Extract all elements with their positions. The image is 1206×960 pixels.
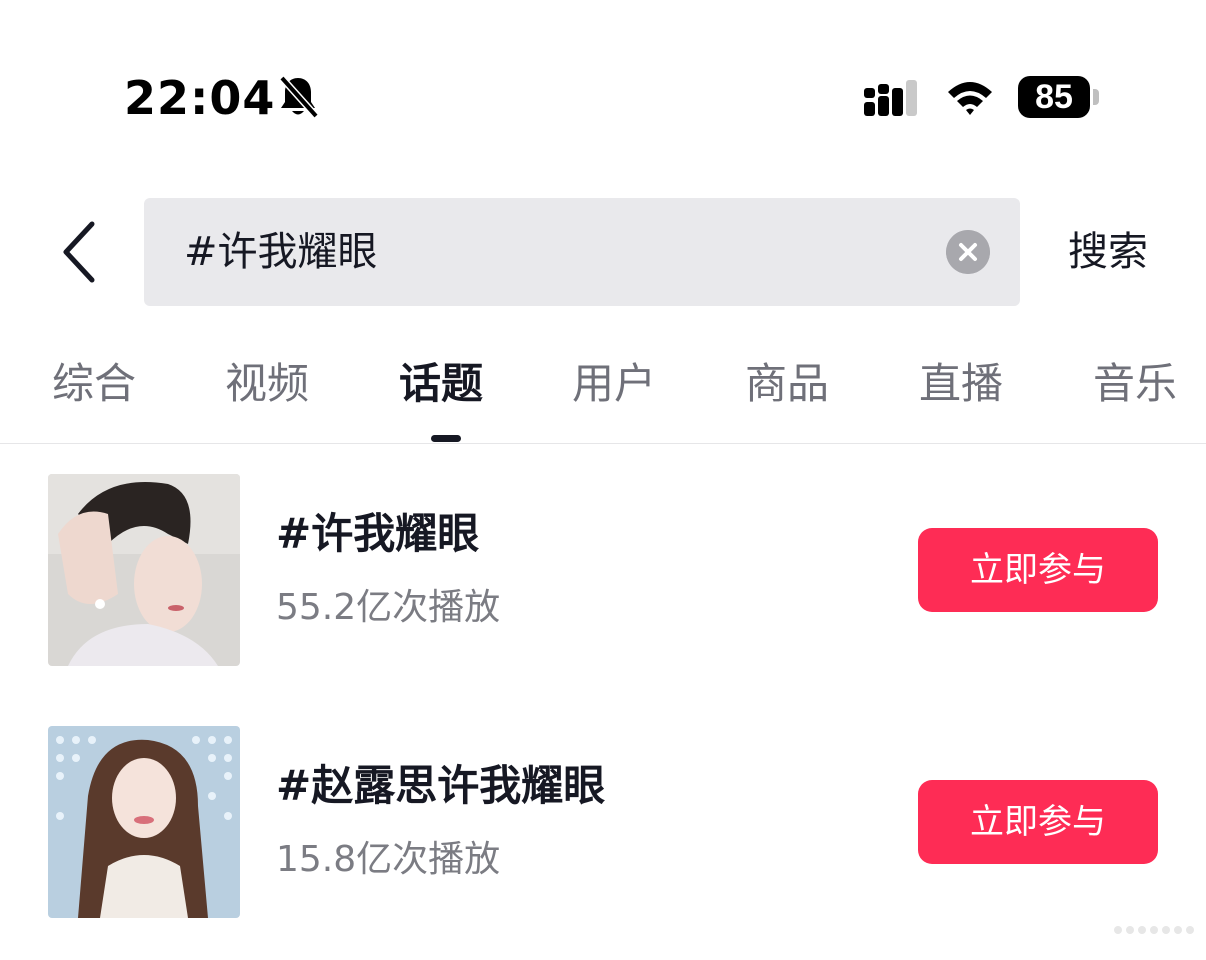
battery-cap [1093,89,1099,105]
tab-music[interactable]: 音乐 [1093,352,1177,416]
list-item[interactable]: #许我耀眼 55.2亿次播放 立即参与 [0,474,1206,666]
search-input[interactable]: #许我耀眼 [144,198,1020,306]
clear-icon[interactable] [946,230,990,274]
topic-thumbnail[interactable] [48,726,240,918]
tab-products[interactable]: 商品 [745,352,829,416]
tab-videos[interactable]: 视频 [225,352,309,416]
join-button[interactable]: 立即参与 [918,528,1158,612]
category-tabs: 综合 视频 话题 用户 商品 直播 音乐 [0,352,1206,442]
bell-slash-icon [279,75,319,119]
battery-icon: 85 [1018,76,1090,118]
search-button[interactable]: 搜索 [1068,224,1148,280]
wifi-icon [948,82,992,115]
watermark-logo [1114,926,1194,934]
join-button[interactable]: 立即参与 [918,780,1158,864]
tab-topics[interactable]: 话题 [399,352,483,416]
tabs-divider [0,443,1206,444]
tab-live[interactable]: 直播 [919,352,1003,416]
search-query[interactable]: #许我耀眼 [184,198,378,306]
tab-users[interactable]: 用户 [572,352,656,416]
signal-icon [864,80,917,116]
topic-title[interactable]: #赵露思许我耀眼 [276,758,605,814]
tab-general[interactable]: 综合 [52,352,136,416]
topic-thumbnail[interactable] [48,474,240,666]
list-item[interactable]: #赵露思许我耀眼 15.8亿次播放 立即参与 [0,726,1206,918]
active-tab-indicator [431,435,461,442]
topic-plays: 55.2亿次播放 [276,587,501,628]
back-chevron-icon[interactable] [56,218,104,286]
topic-plays: 15.8亿次播放 [276,839,501,880]
status-time: 22:04 [124,71,276,125]
topic-title[interactable]: #许我耀眼 [276,506,479,562]
